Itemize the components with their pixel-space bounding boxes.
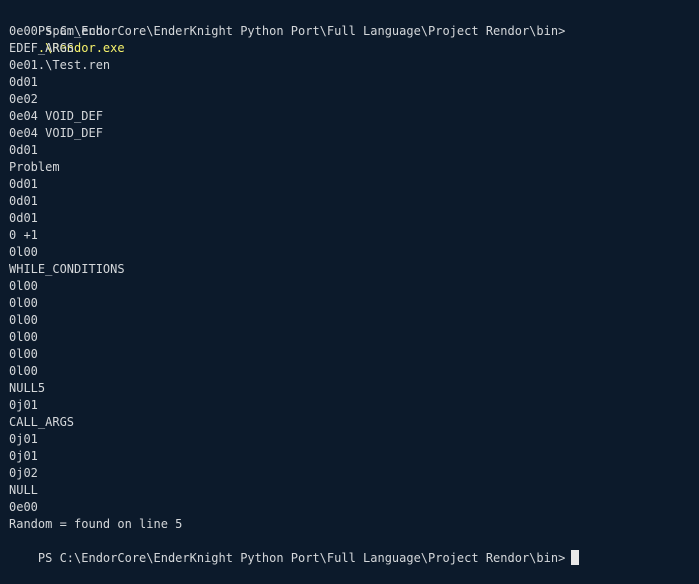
output-line: 0e01 xyxy=(9,58,38,72)
output-line: 0l00 xyxy=(9,364,38,378)
output-line: 0l00 xyxy=(9,347,38,361)
command-line: PS C:\EndorCore\EnderKnight Python Port\… xyxy=(9,6,699,72)
output-line: 0 +1 xyxy=(9,228,38,242)
output-line: 0d01 xyxy=(9,211,38,225)
output-line: 0d01 xyxy=(9,75,38,89)
output-line: 0j02 xyxy=(9,466,38,480)
prompt-path: PS C:\EndorCore\EnderKnight Python Port\… xyxy=(37,24,566,38)
output-block: 0e00 spam_echo EDEF_ARGS 0e01 0d01 0e02 … xyxy=(9,23,699,533)
prompt-path: PS C:\EndorCore\EnderKnight Python Port\… xyxy=(37,551,566,565)
output-line: 0j01 xyxy=(9,449,38,463)
active-prompt-line[interactable]: PS C:\EndorCore\EnderKnight Python Port\… xyxy=(9,533,699,565)
output-line: WHILE_CONDITIONS xyxy=(9,262,125,276)
output-line: 0l00 xyxy=(9,279,38,293)
output-line: 0e02 xyxy=(9,92,38,106)
command-argument: .\Test.ren xyxy=(37,58,111,72)
output-line: 0l00 xyxy=(9,330,38,344)
output-line: NULL5 xyxy=(9,381,46,395)
output-line: 0j01 xyxy=(9,398,38,412)
output-line: CALL_ARGS xyxy=(9,415,75,429)
text-cursor[interactable] xyxy=(571,550,580,565)
output-line: NULL xyxy=(9,483,38,497)
output-line: 0e04 VOID_DEF xyxy=(9,126,103,140)
output-line: 0e00 xyxy=(9,500,38,514)
output-line: 0d01 xyxy=(9,194,38,208)
output-line: 0l00 xyxy=(9,296,38,310)
output-line: 0d01 xyxy=(9,143,38,157)
output-line: 0l00 xyxy=(9,313,38,327)
output-line: 0l00 xyxy=(9,245,38,259)
output-line: Problem xyxy=(9,160,60,174)
output-line: 0e04 VOID_DEF xyxy=(9,109,103,123)
terminal-window[interactable]: PS C:\EndorCore\EnderKnight Python Port\… xyxy=(0,0,699,565)
output-line: 0j01 xyxy=(9,432,38,446)
output-line: 0d01 xyxy=(9,177,38,191)
output-line: Random = found on line 5 xyxy=(9,517,183,531)
